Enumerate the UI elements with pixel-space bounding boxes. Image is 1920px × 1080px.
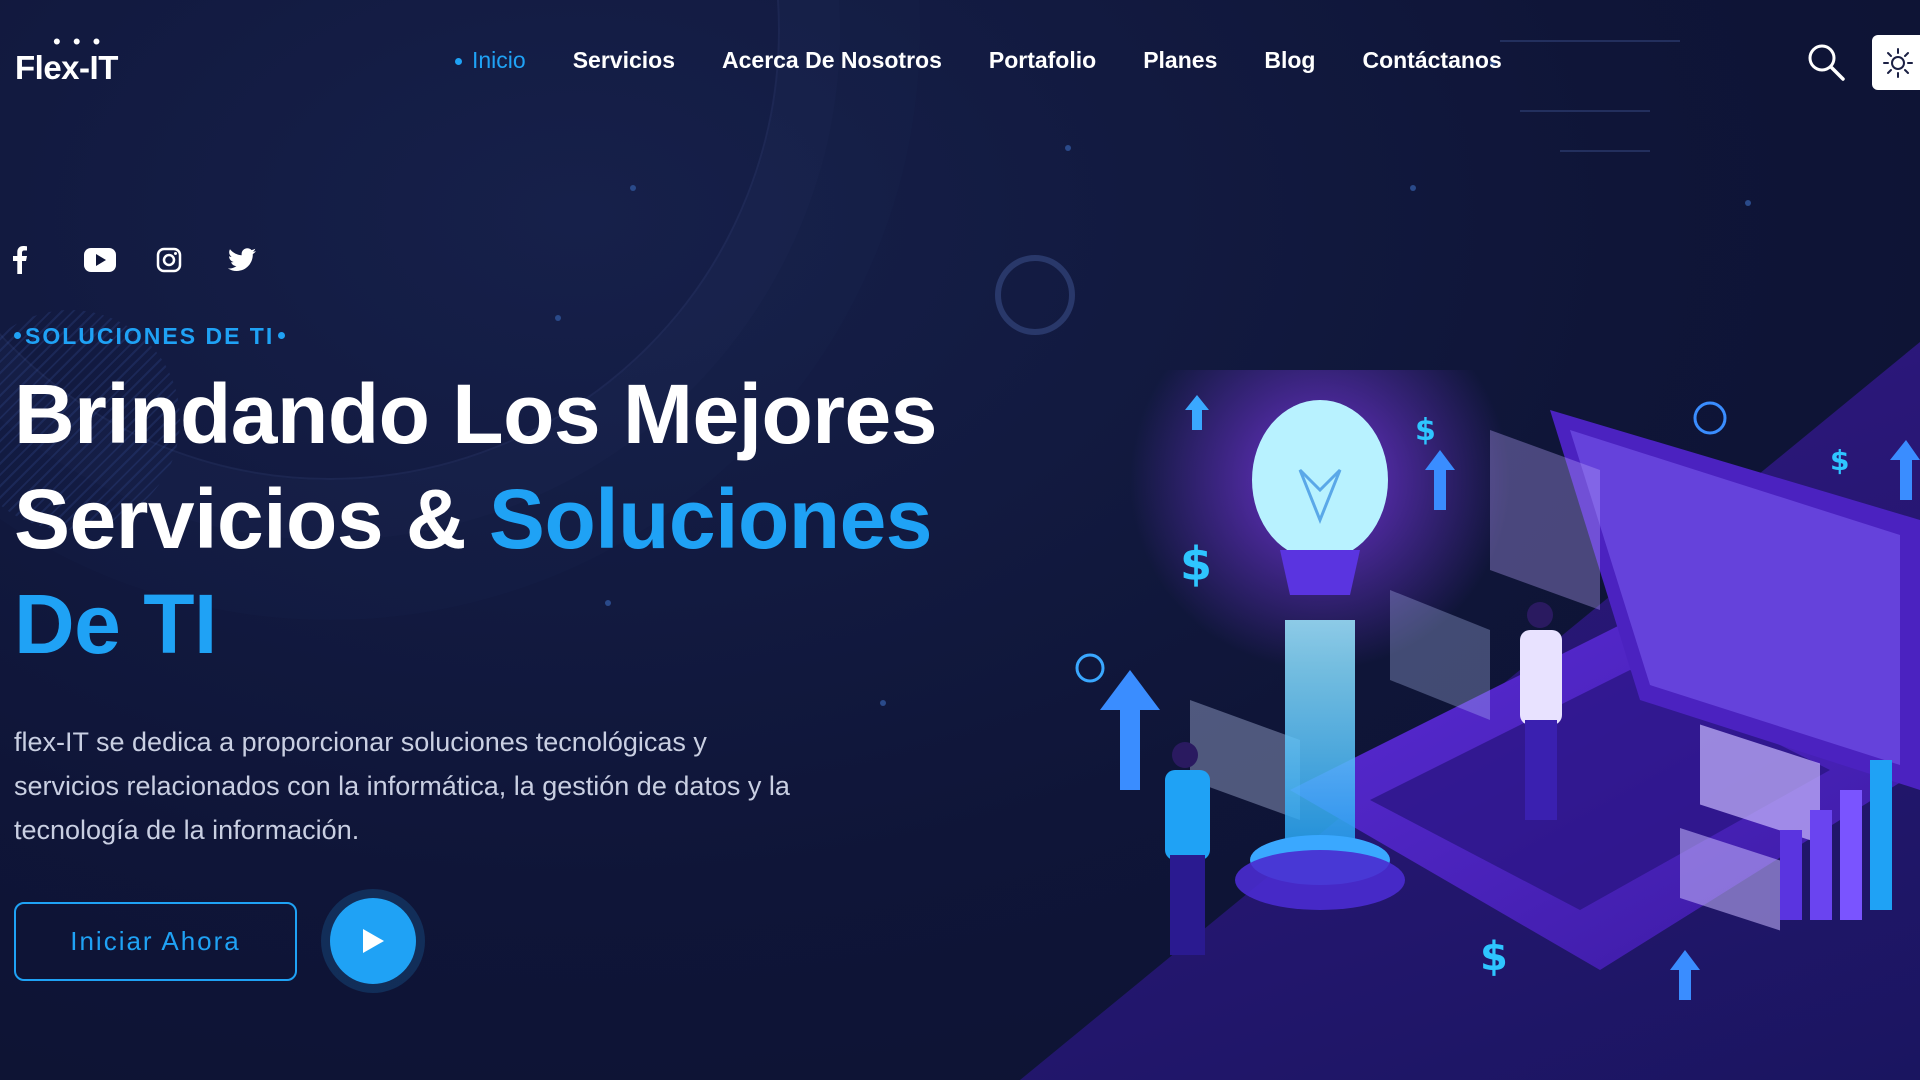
hero-headline: Brindando Los Mejores Servicios & Soluci… bbox=[14, 362, 974, 677]
youtube-link[interactable] bbox=[84, 244, 156, 276]
person-right-head bbox=[1527, 602, 1553, 628]
bulb-socket bbox=[1280, 550, 1360, 595]
globe-icon bbox=[1693, 401, 1727, 435]
play-icon bbox=[363, 929, 384, 953]
arrow-up-icon bbox=[1100, 670, 1160, 790]
headline-line-2-accent: Soluciones bbox=[488, 472, 933, 566]
start-now-button[interactable]: Iniciar Ahora bbox=[14, 902, 297, 981]
logo-dots: • • • bbox=[53, 29, 104, 54]
nav-item-blog[interactable]: Blog bbox=[1264, 47, 1315, 74]
background-dot bbox=[1745, 200, 1751, 206]
light-beam bbox=[1285, 620, 1355, 860]
background-dot bbox=[555, 315, 561, 321]
light-bulb bbox=[1252, 400, 1388, 560]
logo[interactable]: • • • Flex-IT bbox=[15, 29, 135, 90]
dollar-icon: $ bbox=[1180, 537, 1212, 591]
person-left-head bbox=[1172, 742, 1198, 768]
background-dot bbox=[880, 700, 886, 706]
background-circle bbox=[995, 255, 1075, 335]
youtube-icon bbox=[84, 248, 116, 272]
main-nav: Inicio Servicios Acerca De Nosotros Port… bbox=[455, 47, 1549, 74]
nav-item-inicio[interactable]: Inicio bbox=[455, 47, 526, 74]
theme-toggle-button[interactable] bbox=[1872, 35, 1920, 90]
person-left-legs bbox=[1170, 855, 1205, 955]
facebook-link[interactable] bbox=[12, 244, 84, 276]
person-right-legs bbox=[1525, 720, 1557, 820]
search-button[interactable] bbox=[1806, 42, 1846, 82]
hero-description: flex-IT se dedica a proporcionar solucio… bbox=[14, 727, 790, 845]
search-icon bbox=[1808, 44, 1845, 81]
nav-item-servicios[interactable]: Servicios bbox=[573, 47, 675, 74]
chart-bar-decoration bbox=[1870, 760, 1892, 910]
background-dot bbox=[1410, 185, 1416, 191]
chart-bar-decoration bbox=[1810, 810, 1832, 920]
hero-eyebrow: SOLUCIONES DE TI bbox=[14, 323, 286, 350]
dollar-icon: $ bbox=[1480, 934, 1508, 980]
dollar-icon: $ bbox=[1830, 444, 1849, 477]
pedestal-base bbox=[1235, 850, 1405, 910]
person-left-body bbox=[1165, 770, 1210, 860]
logo-text: Flex-IT bbox=[15, 49, 118, 86]
hero-illustration: $ $ $ $ bbox=[1075, 370, 1920, 1000]
person-right-body bbox=[1520, 630, 1562, 725]
background-streak bbox=[1520, 110, 1650, 112]
play-video-button[interactable] bbox=[330, 898, 416, 984]
landing-page: • • • Flex-IT Inicio Servicios Acerca De… bbox=[0, 0, 1920, 1080]
nav-item-planes[interactable]: Planes bbox=[1143, 47, 1217, 74]
dollar-icon: $ bbox=[1415, 413, 1436, 448]
nav-item-contactanos[interactable]: Contáctanos bbox=[1362, 47, 1501, 74]
headline-line-2-white: Servicios & bbox=[14, 472, 489, 566]
headline-line-3-accent: De TI bbox=[14, 577, 217, 671]
nav-item-portafolio[interactable]: Portafolio bbox=[989, 47, 1096, 74]
chart-bar-decoration bbox=[1840, 790, 1862, 920]
background-streak bbox=[1560, 150, 1650, 152]
sun-icon bbox=[1883, 47, 1913, 78]
facebook-icon bbox=[13, 246, 27, 274]
nav-item-acerca[interactable]: Acerca De Nosotros bbox=[722, 47, 942, 74]
globe-icon bbox=[1075, 653, 1105, 683]
instagram-link[interactable] bbox=[156, 244, 228, 276]
twitter-link[interactable] bbox=[228, 244, 300, 276]
background-streak bbox=[1500, 40, 1680, 42]
arrow-up-icon bbox=[1890, 440, 1920, 500]
social-links bbox=[12, 244, 300, 276]
hero-eyebrow-text: SOLUCIONES DE TI bbox=[25, 323, 275, 349]
arrow-up-icon bbox=[1670, 950, 1700, 1000]
twitter-icon bbox=[228, 248, 256, 271]
instagram-icon bbox=[156, 247, 182, 273]
background-dot bbox=[630, 185, 636, 191]
headline-line-1: Brindando Los Mejores bbox=[14, 367, 937, 461]
chart-bar-decoration bbox=[1780, 830, 1802, 920]
background-dot bbox=[1065, 145, 1071, 151]
